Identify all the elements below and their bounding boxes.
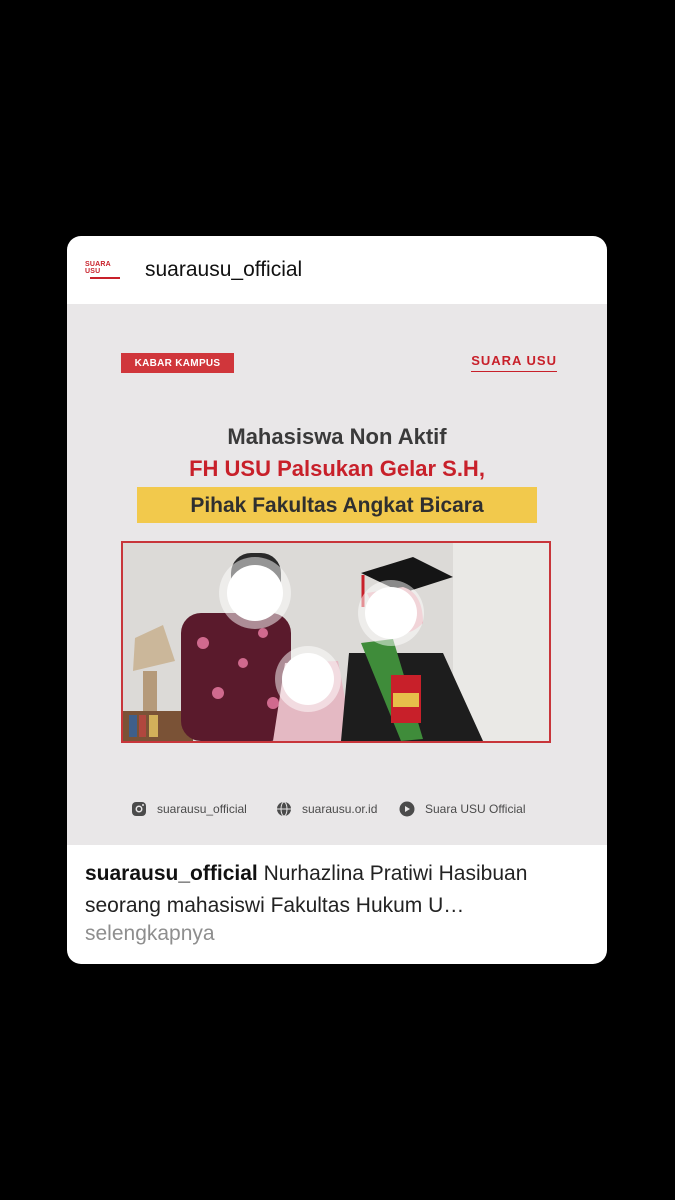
social-instagram-label: suarausu_official xyxy=(157,802,247,816)
category-badge: KABAR KAMPUS xyxy=(121,353,234,373)
avatar-logo-underline xyxy=(90,277,120,279)
post-header: SUARA USU suarausu_official xyxy=(67,236,607,304)
social-website-label: suarausu.or.id xyxy=(302,802,378,816)
post-image[interactable]: KABAR KAMPUS SUARA USU Mahasiswa Non Akt… xyxy=(67,304,607,845)
instagram-icon xyxy=(131,801,147,817)
globe-icon xyxy=(276,801,292,817)
see-more-link[interactable]: selengkapnya xyxy=(85,922,215,946)
social-youtube-label: Suara USU Official xyxy=(425,802,526,816)
avatar[interactable]: SUARA USU xyxy=(85,254,125,286)
headline-line-2: FH USU Palsukan Gelar S.H, xyxy=(189,456,485,481)
brand-logo: SUARA USU xyxy=(467,353,557,379)
caption-username[interactable]: suarausu_official xyxy=(85,862,258,885)
social-instagram: suarausu_official xyxy=(131,798,247,820)
headline-line-3: Pihak Fakultas Angkat Bicara xyxy=(190,494,484,517)
social-youtube: Suara USU Official xyxy=(399,798,525,820)
news-photo-illustration xyxy=(123,543,549,741)
post-card: SUARA USU suarausu_official KABAR KAMPUS… xyxy=(67,236,607,964)
news-photo xyxy=(121,541,551,743)
headline-highlight: Pihak Fakultas Angkat Bicara xyxy=(137,487,537,523)
post-caption: suarausu_official Nurhazlina Pratiwi Has… xyxy=(85,858,585,922)
headline-line-1: Mahasiswa Non Aktif xyxy=(227,424,447,449)
brand-underline xyxy=(471,371,557,372)
footer-socials: suarausu_official suarausu.or.id Suara U… xyxy=(131,798,561,820)
youtube-icon xyxy=(399,801,415,817)
post-username[interactable]: suarausu_official xyxy=(145,258,302,282)
avatar-logo-text: SUARA USU xyxy=(85,261,111,275)
brand-name: SUARA USU xyxy=(471,353,557,368)
social-website: suarausu.or.id xyxy=(276,798,377,820)
